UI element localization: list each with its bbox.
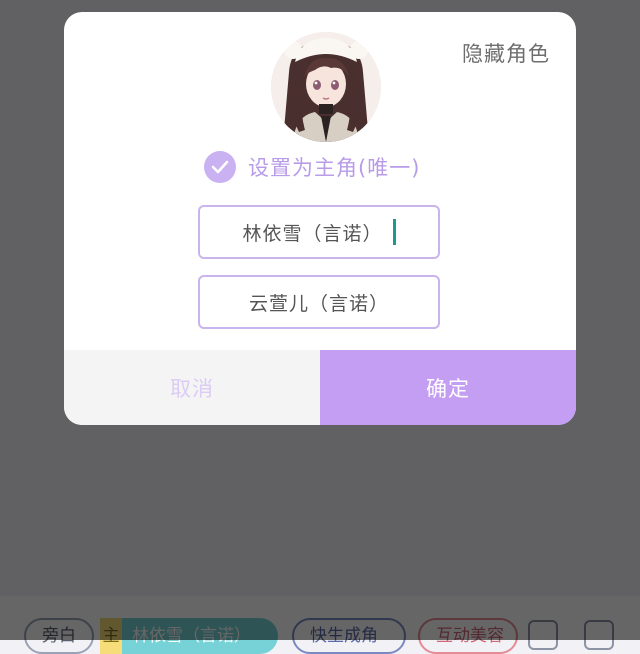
checkbox-checked-icon[interactable] [204,151,236,183]
role-settings-dialog: 隐藏角色 设置为主角(唯一) 林依雪（言诺） 云萱儿（言诺） 取消 确定 [64,12,576,425]
role-name: 云萱儿（言诺） [248,292,389,315]
role-option-yun[interactable]: 云萱儿（言诺） [198,275,440,329]
role-avatar[interactable] [271,32,381,142]
text-cursor [392,219,396,245]
cancel-button[interactable]: 取消 [64,350,320,425]
role-name: 林依雪（言诺） [242,222,383,245]
set-main-role-option[interactable]: 设置为主角(唯一) [204,150,420,184]
set-main-role-label: 设置为主角(唯一) [248,156,421,180]
hide-role-button[interactable]: 隐藏角色 [462,38,550,68]
confirm-button[interactable]: 确定 [320,350,576,425]
avatar-illustration [271,32,381,142]
role-option-lin[interactable]: 林依雪（言诺） [198,205,440,259]
